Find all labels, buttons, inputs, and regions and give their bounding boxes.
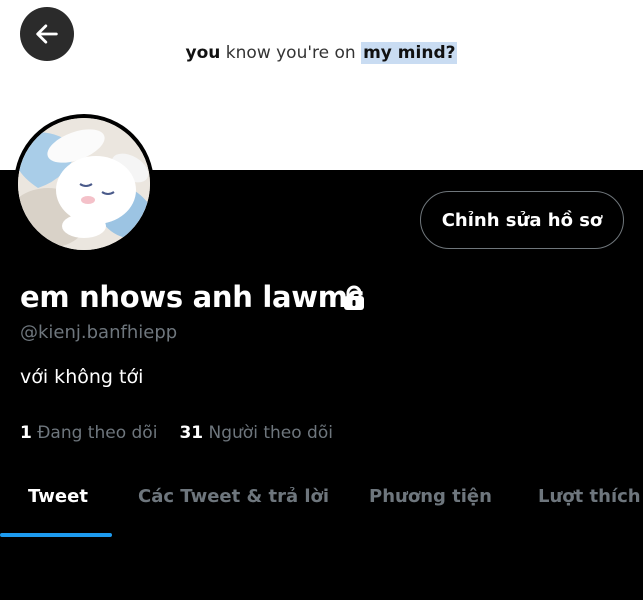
username-handle: @kienj.banfhiepp [20, 322, 178, 343]
banner-text-part1: you [185, 43, 221, 63]
banner-text: you know you're on my mind? [0, 42, 643, 64]
tab-tweets-replies[interactable]: Các Tweet & trả lời [138, 486, 329, 507]
tab-tweets[interactable]: Tweet [28, 486, 88, 507]
lock-icon [344, 285, 364, 310]
back-button[interactable] [20, 7, 74, 61]
display-name: em nhows anh lawms [20, 280, 365, 314]
avatar[interactable] [14, 114, 154, 254]
followers-count: 31 [179, 423, 204, 443]
avatar-image [18, 118, 150, 250]
profile-bio: với không tới [20, 366, 144, 388]
followers-label: Người theo dõi [208, 423, 333, 443]
active-tab-indicator [0, 533, 112, 537]
profile-tabs: Tweet Các Tweet & trả lời Phương tiện Lư… [0, 470, 643, 540]
tab-likes[interactable]: Lượt thích [538, 486, 641, 507]
follow-stats: 1 Đang theo dõi 31 Người theo dõi [20, 423, 333, 443]
tab-media[interactable]: Phương tiện [369, 486, 492, 507]
following-link[interactable]: 1 Đang theo dõi [20, 423, 157, 443]
edit-profile-button[interactable]: Chỉnh sửa hồ sơ [420, 191, 624, 249]
banner-text-part2: know you're on [220, 43, 362, 63]
following-label: Đang theo dõi [37, 423, 158, 443]
banner-text-highlight: my mind? [361, 42, 458, 64]
arrow-left-icon [36, 24, 58, 44]
followers-link[interactable]: 31 Người theo dõi [179, 423, 333, 443]
following-count: 1 [20, 423, 32, 443]
